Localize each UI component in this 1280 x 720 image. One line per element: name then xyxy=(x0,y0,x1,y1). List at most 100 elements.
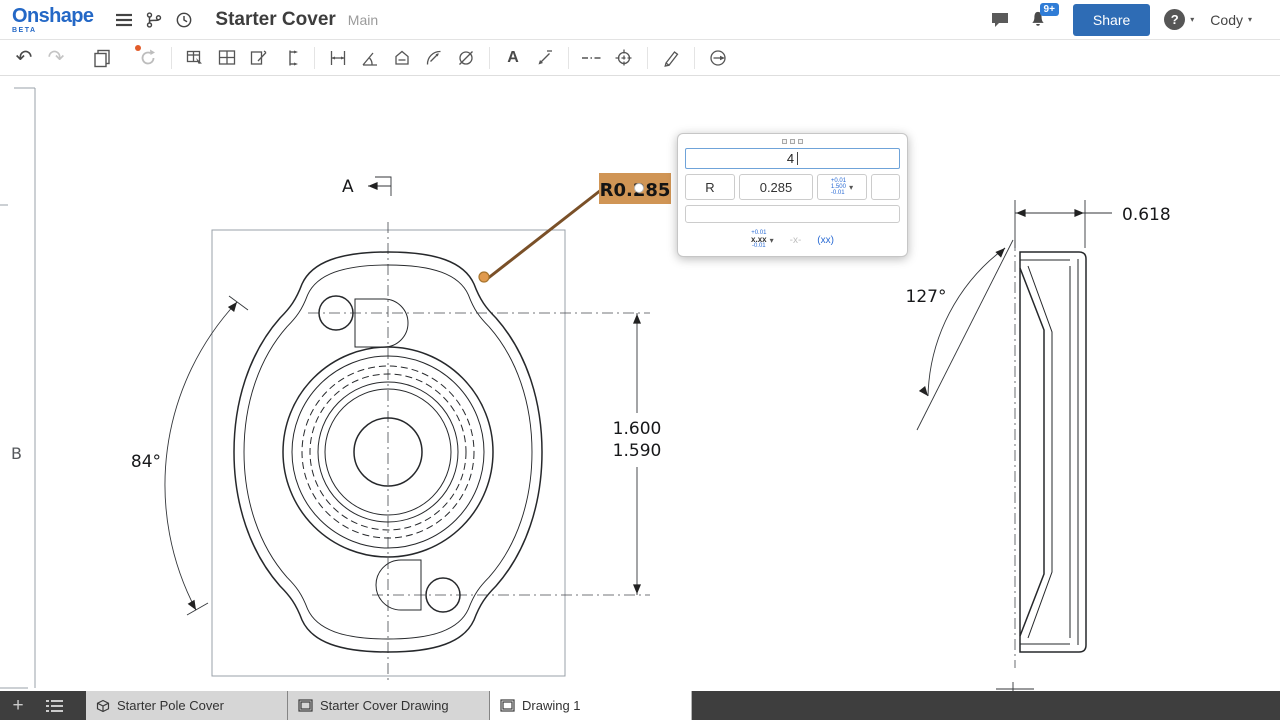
tolerance-preview: +0.01 1.500 -0.01 xyxy=(830,178,847,196)
precision-dropdown[interactable]: +0.01 x.xx -0.01 ▾ xyxy=(751,230,774,249)
caret-down-icon: ▾ xyxy=(1190,15,1195,24)
diameter-dimension-button[interactable] xyxy=(450,43,482,73)
hamburger-icon xyxy=(116,13,133,26)
beta-label: BETA xyxy=(12,26,37,34)
note-button[interactable]: A xyxy=(497,43,529,73)
bottom-tab-bar: + Starter Pole Cover Starter Cover Drawi… xyxy=(0,691,1280,720)
parenthesis-dim-button[interactable]: (xx) xyxy=(817,235,834,246)
history-button[interactable] xyxy=(169,5,199,35)
tab-label: Starter Cover Drawing xyxy=(320,698,449,713)
popup-controls-row: R 0.285 +0.01 1.500 -0.01 ▾ xyxy=(685,174,900,200)
dim-angle-127[interactable]: 127° xyxy=(901,239,1014,431)
update-views-button[interactable] xyxy=(132,43,164,73)
callout-button[interactable] xyxy=(529,43,561,73)
caret-down-icon: ▾ xyxy=(849,182,854,192)
projected-view-button[interactable] xyxy=(211,43,243,73)
leader-arrow-icon xyxy=(538,49,552,64)
popup-drag-handle[interactable] xyxy=(685,137,900,148)
dim-text-width[interactable]: 0.618 xyxy=(1122,205,1171,225)
document-title: Starter Cover xyxy=(215,8,336,30)
tab-list-button[interactable] xyxy=(36,691,72,720)
branch-icon xyxy=(147,11,162,28)
workspace-name[interactable]: Main xyxy=(348,12,378,28)
view-border[interactable] xyxy=(211,229,566,677)
add-tab-button[interactable]: + xyxy=(0,691,36,720)
dim-text-84[interactable]: 84° xyxy=(131,452,161,472)
dim-text-127[interactable]: 127° xyxy=(906,287,947,307)
radius-prefix-button[interactable]: R xyxy=(685,174,735,200)
note-text-input[interactable] xyxy=(685,205,900,223)
insert-view-button[interactable] xyxy=(179,43,211,73)
tab-starter-pole-cover[interactable]: Starter Pole Cover xyxy=(86,691,288,720)
top-right-actions: 9+ Share ? ▾ Cody ▾ xyxy=(985,2,1268,36)
sketch-button[interactable] xyxy=(655,43,687,73)
angular-dimension-icon xyxy=(362,52,377,66)
toolbar-divider xyxy=(568,46,569,69)
dimension-edit-popup[interactable]: 4 R 0.285 +0.01 1.500 -0.01 ▾ +0.01 x.xx -0.… xyxy=(677,133,908,257)
dim-vertical-1600[interactable]: 1.600 1.590 xyxy=(613,313,662,595)
drawing-sheet-icon xyxy=(500,699,515,712)
dim-radius-selected[interactable]: R0.285 xyxy=(478,173,671,283)
measured-value-box[interactable]: 0.285 xyxy=(739,174,813,200)
edit-view-button[interactable] xyxy=(243,43,275,73)
undo-icon: ↶ xyxy=(15,46,33,69)
four-views-icon xyxy=(218,49,236,65)
help-menu[interactable]: ? ▾ xyxy=(1164,9,1194,30)
tolerance-dropdown[interactable]: +0.01 1.500 -0.01 ▾ xyxy=(817,174,867,200)
diameter-dimension-icon xyxy=(459,50,473,65)
versions-button[interactable] xyxy=(139,5,169,35)
notifications-button[interactable]: 9+ xyxy=(1021,2,1059,35)
centerline-button[interactable] xyxy=(576,43,608,73)
dim-width-0618[interactable]: 0.618 xyxy=(1014,200,1171,248)
document-title-group: Starter Cover Main xyxy=(215,9,378,31)
dim-text-lower[interactable]: 1.590 xyxy=(613,441,662,461)
radius-dimension-button[interactable] xyxy=(418,43,450,73)
main-menu-button[interactable] xyxy=(109,5,139,35)
dimension-input-value: 4 xyxy=(786,151,795,166)
drawing-sheet-icon xyxy=(298,699,313,712)
tab-label: Drawing 1 xyxy=(522,698,581,713)
note-icon: A xyxy=(507,48,519,66)
redo-button[interactable]: ↷ xyxy=(40,43,72,73)
suffix-box[interactable] xyxy=(871,174,900,200)
tab-starter-cover-drawing[interactable]: Starter Cover Drawing xyxy=(288,691,490,720)
linear-dimension-icon xyxy=(330,50,346,65)
tab-drawing-1[interactable]: Drawing 1 xyxy=(490,691,692,720)
chamfer-dimension-button[interactable] xyxy=(386,43,418,73)
refresh-icon xyxy=(141,49,155,64)
comments-button[interactable] xyxy=(985,5,1015,35)
zone-label: B xyxy=(11,444,22,463)
user-menu[interactable]: Cody ▾ xyxy=(1210,12,1252,28)
reference-dim-button[interactable]: -x- xyxy=(790,235,802,246)
circled-arrow-icon xyxy=(710,49,726,66)
section-line-icon xyxy=(289,50,298,65)
section-arrow[interactable]: A xyxy=(342,176,392,197)
side-view-geometry[interactable] xyxy=(1019,251,1087,653)
onshape-logo[interactable]: Onshape BETA xyxy=(12,4,94,34)
list-icon xyxy=(45,699,63,712)
sheets-button[interactable] xyxy=(86,43,118,73)
dim-text-upper[interactable]: 1.600 xyxy=(613,419,662,439)
part-studio-icon xyxy=(96,699,110,712)
angular-dimension-button[interactable] xyxy=(354,43,386,73)
pencil-icon xyxy=(664,50,679,67)
sheets-icon xyxy=(94,49,110,67)
insert-view-icon xyxy=(186,50,202,64)
undo-button[interactable]: ↶ xyxy=(8,43,40,73)
drawing-sheet[interactable]: B A 84° 1.600 1.590 0.618 127° xyxy=(0,76,1280,691)
notification-badge: 9+ xyxy=(1039,2,1059,16)
drawing-canvas[interactable]: B A 84° 1.600 1.590 0.618 127° 4 R 0.285… xyxy=(0,76,1280,691)
logo-text: Onshape xyxy=(12,4,94,27)
toolbar-divider xyxy=(694,46,695,69)
section-line-button[interactable] xyxy=(275,43,307,73)
dimension-value-input[interactable]: 4 xyxy=(685,148,900,169)
dimension-button[interactable] xyxy=(322,43,354,73)
center-mark-button[interactable] xyxy=(608,43,640,73)
share-button[interactable]: Share xyxy=(1072,3,1151,36)
show-hide-button[interactable] xyxy=(702,43,734,73)
dim-angle-84[interactable]: 84° xyxy=(131,295,249,616)
section-label: A xyxy=(342,177,354,197)
caret-down-icon: ▾ xyxy=(769,235,774,245)
radius-dimension-icon xyxy=(426,50,441,65)
precision-preview: +0.01 x.xx -0.01 xyxy=(751,230,767,249)
